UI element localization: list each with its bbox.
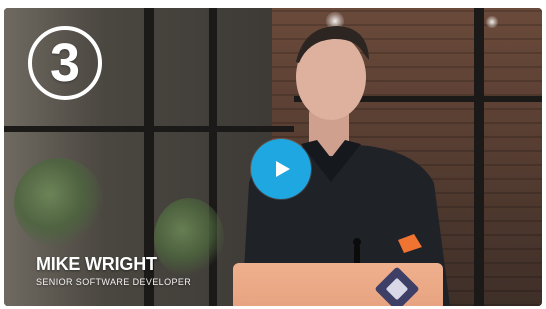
play-button[interactable] bbox=[251, 139, 311, 199]
laptop bbox=[233, 263, 443, 306]
episode-number: 3 bbox=[49, 33, 81, 93]
speaker-title: SENIOR SOFTWARE DEVELOPER bbox=[36, 277, 192, 287]
play-icon bbox=[276, 161, 290, 177]
speaker-caption: MIKE WRIGHT SENIOR SOFTWARE DEVELOPER bbox=[36, 254, 191, 287]
speaker-name: MIKE WRIGHT bbox=[36, 254, 157, 274]
video-player[interactable]: 3 MIKE WRIGHT SENIOR SOFTWARE DEVELOPER bbox=[4, 8, 542, 306]
logo-icon bbox=[374, 266, 420, 306]
episode-number-badge: 3 bbox=[28, 26, 102, 100]
